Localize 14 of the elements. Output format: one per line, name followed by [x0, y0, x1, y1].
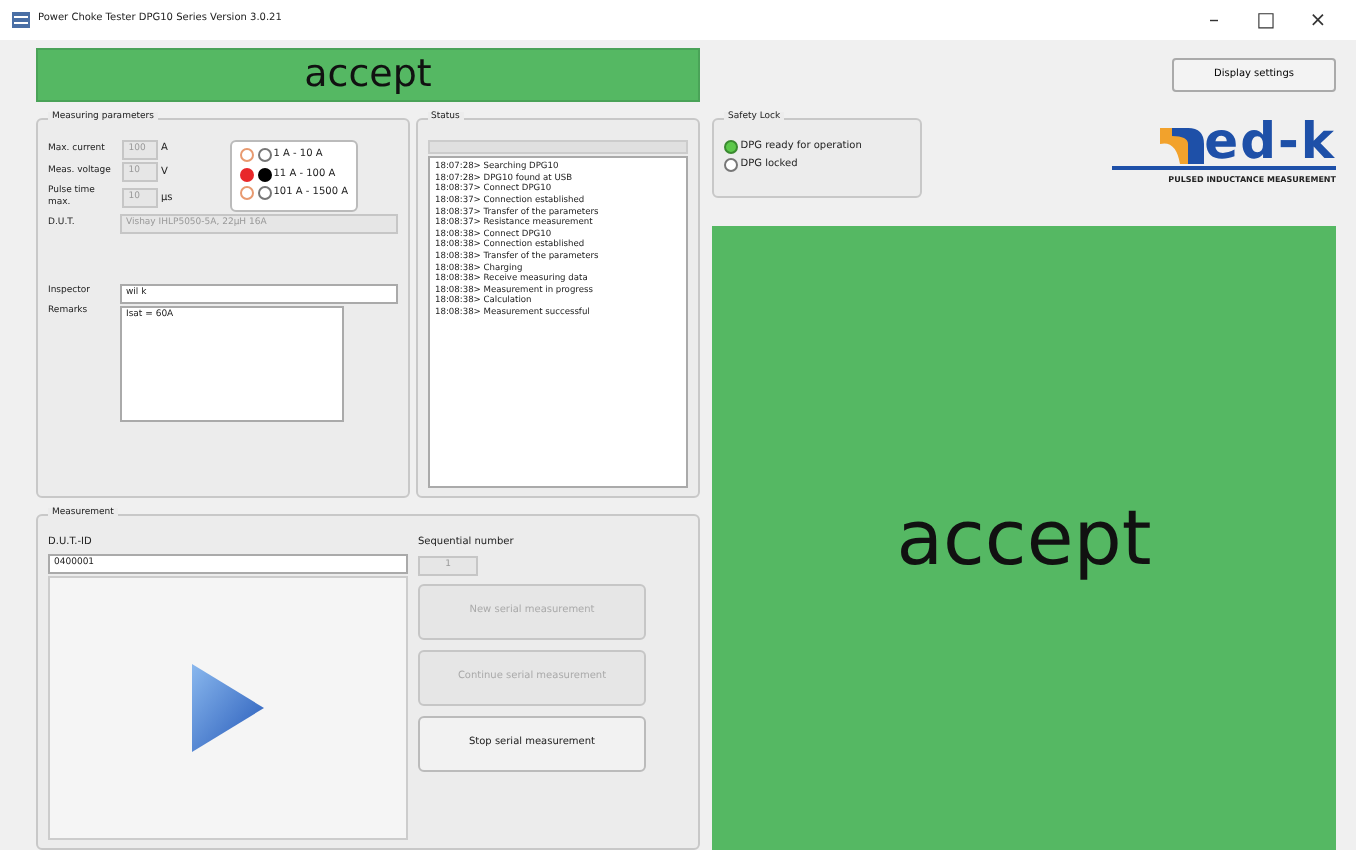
range-radio[interactable] — [240, 167, 255, 182]
minimize-button[interactable]: – — [1188, 5, 1240, 35]
start-button[interactable] — [48, 576, 408, 840]
status-radio[interactable] — [724, 140, 738, 155]
maximize-button[interactable]: □ — [1240, 5, 1292, 35]
play-icon — [188, 660, 268, 756]
result-banner: accept — [36, 48, 700, 102]
close-button[interactable]: × — [1292, 5, 1344, 35]
range-radio[interactable] — [240, 186, 255, 201]
status-radio[interactable] — [724, 158, 738, 172]
app-icon — [12, 12, 30, 28]
logo-text: ed-k — [1204, 118, 1336, 166]
range-radio[interactable] — [240, 148, 255, 163]
result-panel: accept — [712, 226, 1336, 850]
